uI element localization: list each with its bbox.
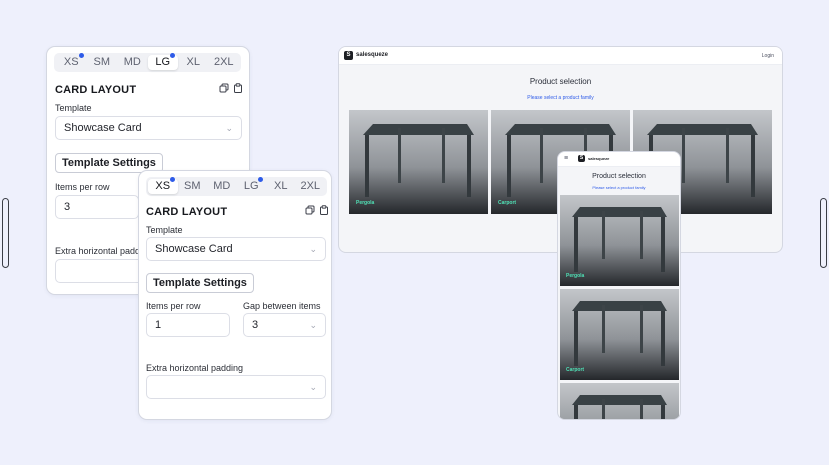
tab-md[interactable]: MD <box>117 55 148 70</box>
breakpoint-tabs: XS SM MD LG XL 2XL <box>146 177 327 196</box>
padding-select[interactable]: ⌄ <box>146 375 326 399</box>
product-selection-subtitle: Please select a product family <box>527 95 594 101</box>
product-card[interactable]: Pergola <box>560 195 679 286</box>
product-selection-subtitle: Please select a product family <box>592 185 646 190</box>
paste-icon[interactable] <box>233 83 243 96</box>
right-resize-handle[interactable] <box>820 198 827 268</box>
items-per-row-input[interactable]: 1 <box>146 313 230 337</box>
tab-lg[interactable]: LG <box>147 53 178 70</box>
preview-header: ≡ S salesqueze <box>558 152 680 167</box>
gap-value: 3 <box>252 319 259 331</box>
section-title: CARD LAYOUT <box>55 84 137 96</box>
tab-sm[interactable]: SM <box>178 179 208 194</box>
paste-icon[interactable] <box>319 205 329 218</box>
gap-label: Gap between items <box>243 301 321 311</box>
card-layout-panel-xs: XS SM MD LG XL 2XL CARD LAYOUT Template … <box>138 170 332 420</box>
product-card[interactable]: Carport <box>560 289 679 380</box>
product-selection-title: Product selection <box>592 173 646 180</box>
items-per-row-label: Items per row <box>146 301 201 311</box>
template-value: Showcase Card <box>155 243 233 255</box>
card-label: Carport <box>498 200 517 206</box>
template-settings-button[interactable]: Template Settings <box>146 273 254 293</box>
template-label: Template <box>146 225 183 235</box>
tab-lg[interactable]: LG <box>237 177 267 194</box>
padding-label: Extra horizontal padding <box>146 363 244 373</box>
product-card[interactable]: Pergola <box>349 110 488 214</box>
card-label: Pergola <box>356 200 375 206</box>
chevron-down-icon: ⌄ <box>309 319 317 330</box>
chevron-down-icon: ⌄ <box>309 243 317 254</box>
card-label: Pergola <box>566 273 585 279</box>
template-select[interactable]: Showcase Card ⌄ <box>146 237 326 261</box>
tab-2xl[interactable]: 2XL <box>296 179 326 194</box>
product-card[interactable] <box>560 383 679 419</box>
tab-xs[interactable]: XS <box>56 53 87 70</box>
mobile-preview: ≡ S salesqueze Product selection Please … <box>557 151 681 420</box>
copy-icon[interactable] <box>219 83 229 96</box>
product-selection-title: Product selection <box>529 77 592 86</box>
items-per-row-value: 3 <box>64 201 71 213</box>
preview-header: S salesqueze Login <box>339 47 782 65</box>
login-link[interactable]: Login <box>762 53 774 59</box>
brand-name: salesqueze <box>356 52 389 58</box>
tab-xs[interactable]: XS <box>148 177 178 194</box>
template-select[interactable]: Showcase Card ⌄ <box>55 116 242 140</box>
items-per-row-label: Items per row <box>55 182 110 192</box>
items-per-row-value: 1 <box>155 319 162 331</box>
chevron-down-icon: ⌄ <box>225 122 233 133</box>
override-dot-indicator <box>170 53 175 58</box>
tab-md[interactable]: MD <box>207 179 237 194</box>
brand-name: salesqueze <box>588 156 610 161</box>
tab-xl[interactable]: XL <box>178 55 209 70</box>
breakpoint-tabs: XS SM MD LG XL 2XL <box>54 53 241 72</box>
override-dot-indicator <box>169 177 175 182</box>
chevron-down-icon: ⌄ <box>309 381 317 392</box>
override-dot-indicator <box>78 53 84 58</box>
hamburger-menu-icon[interactable]: ≡ <box>564 155 568 162</box>
tab-sm[interactable]: SM <box>87 55 118 70</box>
override-dot-indicator <box>258 177 263 182</box>
section-title: CARD LAYOUT <box>146 206 228 218</box>
template-label: Template <box>55 103 92 113</box>
gap-select[interactable]: 3 ⌄ <box>243 313 326 337</box>
items-per-row-input[interactable]: 3 <box>55 195 139 219</box>
copy-icon[interactable] <box>305 205 315 218</box>
card-label: Carport <box>566 367 585 373</box>
left-resize-handle[interactable] <box>2 198 9 268</box>
template-value: Showcase Card <box>64 122 142 134</box>
brand-logo-icon: S <box>344 51 353 60</box>
tab-2xl[interactable]: 2XL <box>209 55 240 70</box>
brand-logo-icon: S <box>578 155 585 162</box>
tab-xl[interactable]: XL <box>266 179 296 194</box>
